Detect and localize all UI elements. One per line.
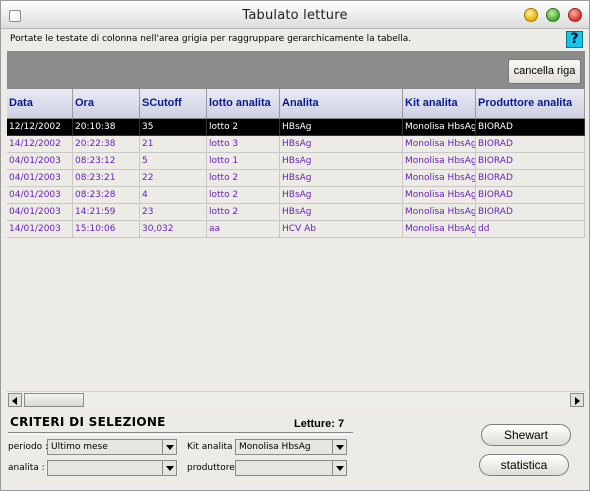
help-button[interactable]: ? [566, 31, 583, 48]
column-header[interactable]: Kit analita [403, 89, 476, 119]
table-row[interactable]: 14/01/2003 15:10:06 30,032 aa HCV Ab Monolisa… [7, 221, 585, 238]
table-cell: lotto 3 [207, 136, 280, 153]
table-cell: 5 [140, 153, 207, 170]
window-title: Tabulato letture [242, 8, 348, 23]
scroll-left-icon[interactable] [8, 393, 22, 407]
table-row[interactable]: 04/01/2003 08:23:21 22 lotto 2 HBsAg Monolisa… [7, 170, 585, 187]
table-cell: 23 [140, 204, 207, 221]
table-cell: BIORAD [476, 153, 585, 170]
chevron-down-icon[interactable] [162, 440, 176, 454]
kit-analita-select[interactable]: Monolisa HbsAg [235, 439, 347, 455]
column-header[interactable]: Data [7, 89, 73, 119]
criteri-divider [8, 432, 353, 435]
table-cell: 14/12/2002 [7, 136, 73, 153]
table-cell: 08:23:28 [73, 187, 140, 204]
table-cell: 22 [140, 170, 207, 187]
produttore-select[interactable] [235, 460, 347, 476]
instruction-text: Portate le testate di colonna nell'area … [10, 34, 412, 44]
table-cell: 04/01/2003 [7, 187, 73, 204]
column-header[interactable]: Analita [280, 89, 403, 119]
table-cell: BIORAD [476, 170, 585, 187]
group-by-area[interactable] [7, 51, 585, 89]
table-cell: Monolisa HbsAg [403, 204, 476, 221]
table-cell: HBsAg [280, 136, 403, 153]
table-cell: lotto 1 [207, 153, 280, 170]
criteri-title: CRITERI DI SELEZIONE [10, 415, 166, 429]
table-cell: Monolisa HbsAg [403, 187, 476, 204]
chevron-down-icon[interactable] [162, 461, 176, 475]
horizontal-scrollbar[interactable] [7, 391, 585, 407]
table-cell: 08:23:12 [73, 153, 140, 170]
table-cell: HBsAg [280, 187, 403, 204]
table-cell: lotto 2 [207, 204, 280, 221]
table-row[interactable]: 12/12/2002 20:10:38 35 lotto 2 HBsAg Monolisa… [7, 119, 585, 136]
produttore-label: produttore : [187, 463, 241, 473]
table-cell: BIORAD [476, 187, 585, 204]
table-cell: dd [476, 221, 585, 238]
title-bar[interactable]: Tabulato letture [1, 1, 589, 29]
table-cell: 21 [140, 136, 207, 153]
shewart-button[interactable]: Shewart [481, 424, 571, 446]
table-header: Data Ora SCutoff lotto analita Analita Kit an… [7, 89, 585, 119]
periodo-value: Ultimo mese [51, 442, 108, 452]
table-row[interactable]: 04/01/2003 08:23:12 5 lotto 1 HBsAg Monolisa … [7, 153, 585, 170]
table-cell: BIORAD [476, 136, 585, 153]
column-header[interactable]: SCutoff [140, 89, 207, 119]
column-header[interactable]: Produttore analita [476, 89, 585, 119]
table-cell: 20:22:38 [73, 136, 140, 153]
table-row[interactable]: 04/01/2003 14:21:59 23 lotto 2 HBsAg Monolisa… [7, 204, 585, 221]
chevron-down-icon[interactable] [332, 440, 346, 454]
scroll-thumb[interactable] [24, 393, 84, 407]
table-cell: Monolisa HbsAg [403, 221, 476, 238]
table-cell: Monolisa HbsAg [403, 136, 476, 153]
table-row[interactable]: 04/01/2003 08:23:28 4 lotto 2 HBsAg Monolisa … [7, 187, 585, 204]
table-cell: 04/01/2003 [7, 204, 73, 221]
table-cell: Monolisa HbsAg [403, 153, 476, 170]
table-cell: lotto 2 [207, 170, 280, 187]
table-cell: HBsAg [280, 119, 403, 136]
tabulato-window: Tabulato letture Portate le testate di c… [0, 0, 590, 491]
table-cell: 04/01/2003 [7, 153, 73, 170]
analita-label: analita : [8, 463, 45, 473]
table-cell: 14/01/2003 [7, 221, 73, 238]
table-cell: 12/12/2002 [7, 119, 73, 136]
close-button[interactable] [568, 8, 582, 22]
table-cell: Monolisa HbsAg [403, 170, 476, 187]
table-cell: aa [207, 221, 280, 238]
table-cell: HBsAg [280, 204, 403, 221]
table-cell: lotto 2 [207, 119, 280, 136]
periodo-label: periodo : [8, 442, 49, 452]
minimize-button[interactable] [524, 8, 538, 22]
cancella-riga-button[interactable]: cancella riga [508, 59, 581, 84]
kit-analita-value: Monolisa HbsAg [239, 442, 311, 452]
scroll-right-icon[interactable] [570, 393, 584, 407]
kit-analita-label: Kit analita : [187, 442, 239, 452]
table-cell: 20:10:38 [73, 119, 140, 136]
zoom-button[interactable] [546, 8, 560, 22]
table-cell: 14:21:59 [73, 204, 140, 221]
table-cell: HBsAg [280, 153, 403, 170]
column-header[interactable]: lotto analita [207, 89, 280, 119]
table-cell: 4 [140, 187, 207, 204]
table-row[interactable]: 14/12/2002 20:22:38 21 lotto 3 HBsAg Monolisa… [7, 136, 585, 153]
column-header[interactable]: Ora [73, 89, 140, 119]
analita-select[interactable] [47, 460, 177, 476]
chevron-down-icon[interactable] [332, 461, 346, 475]
table-cell: Monolisa HbsAg [403, 119, 476, 136]
table-cell: lotto 2 [207, 187, 280, 204]
table-cell: 04/01/2003 [7, 170, 73, 187]
readings-table: Data Ora SCutoff lotto analita Analita Kit an… [7, 89, 585, 389]
table-cell: BIORAD [476, 119, 585, 136]
table-cell: 30,032 [140, 221, 207, 238]
table-cell: 35 [140, 119, 207, 136]
statistica-button[interactable]: statistica [479, 454, 569, 476]
letture-count: Letture: 7 [294, 418, 345, 430]
table-cell: HBsAg [280, 170, 403, 187]
table-cell: 15:10:06 [73, 221, 140, 238]
periodo-select[interactable]: Ultimo mese [47, 439, 177, 455]
table-cell: HCV Ab [280, 221, 403, 238]
table-cell: BIORAD [476, 204, 585, 221]
table-cell: 08:23:21 [73, 170, 140, 187]
